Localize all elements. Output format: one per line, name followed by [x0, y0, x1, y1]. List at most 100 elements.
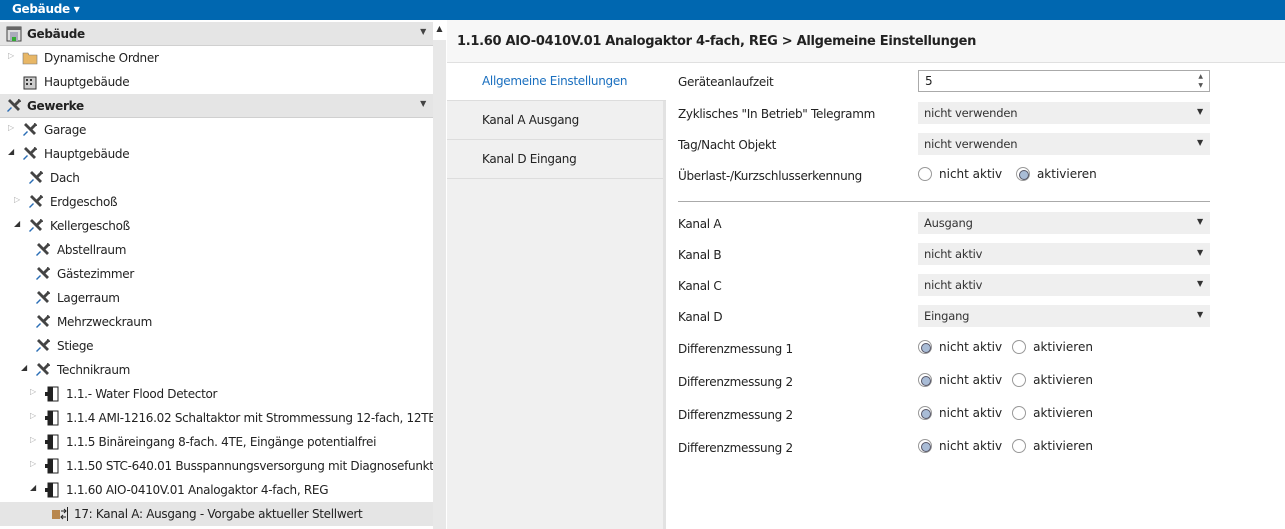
tree-item[interactable]: ▷ 1.1.50 STC-640.01 Busspannungsversorgun… [0, 454, 433, 478]
diff-row: Differenzmessung 1 nicht aktiv aktivieren [678, 337, 1218, 361]
kanal-a-label: Kanal A [678, 217, 722, 231]
radio-label: aktivieren [1033, 439, 1093, 453]
radio-label: aktivieren [1033, 340, 1093, 354]
tree-item-label: Hauptgebäude [44, 147, 130, 161]
startup-label: Geräteanlaufzeit [678, 75, 774, 89]
startup-stepper[interactable]: 5 ▲ ▼ [918, 70, 1210, 92]
tree-item-label: Abstellraum [57, 243, 127, 257]
diff-radio-inactive[interactable]: nicht aktiv [918, 373, 1002, 387]
diff-radio-activate[interactable]: aktivieren [1012, 373, 1093, 387]
radio-icon[interactable] [918, 406, 932, 420]
tree-item[interactable]: Stiege [0, 334, 433, 358]
kanal-c-row: Kanal C nicht aktiv ▼ [678, 274, 1218, 298]
tree-item[interactable]: Dach [0, 166, 433, 190]
radio-icon[interactable] [1015, 167, 1030, 181]
radio-icon[interactable] [918, 439, 932, 453]
diff-label: Differenzmessung 2 [678, 408, 793, 422]
radio-icon[interactable] [1012, 373, 1027, 387]
tree-item[interactable]: Hauptgebäude [0, 70, 433, 94]
collapsed-arrow-icon[interactable]: ▷ [30, 459, 36, 468]
daynight-row: Tag/Nacht Objekt nicht verwenden ▼ [678, 133, 1218, 157]
expanded-arrow-icon[interactable]: ◢ [14, 219, 20, 228]
kanal-c-select[interactable]: nicht aktiv ▼ [918, 274, 1210, 296]
daynight-select[interactable]: nicht verwenden ▼ [918, 133, 1210, 155]
radio-label: aktivieren [1033, 406, 1093, 420]
expanded-arrow-icon[interactable]: ◢ [21, 363, 27, 372]
chevron-down-icon[interactable]: ▼ [420, 27, 426, 36]
diff-radio-inactive[interactable]: nicht aktiv [918, 406, 1002, 420]
kanal-b-select[interactable]: nicht aktiv ▼ [918, 243, 1210, 265]
tree-item[interactable]: ▷ Dynamische Ordner [0, 46, 433, 70]
tree-item[interactable]: ▷ Erdgeschoß [0, 190, 433, 214]
diff-radio-activate[interactable]: aktivieren [1012, 406, 1093, 420]
group-object-icon [52, 506, 68, 522]
overload-radio-activate[interactable]: aktivieren [1015, 167, 1097, 181]
kanal-b-label: Kanal B [678, 248, 722, 262]
kanal-d-select[interactable]: Eingang ▼ [918, 305, 1210, 327]
kanal-c-value: nicht aktiv [924, 278, 983, 292]
tree-item-label: Kellergeschoß [50, 219, 130, 233]
radio-icon[interactable] [918, 340, 932, 354]
tree-item-label: Mehrzweckraum [57, 315, 153, 329]
scroll-up-icon[interactable]: ▲ [433, 20, 446, 40]
kanal-a-select[interactable]: Ausgang ▼ [918, 212, 1210, 234]
section-gewerke[interactable]: Gewerke ▼ [0, 94, 433, 118]
kanal-d-row: Kanal D Eingang ▼ [678, 305, 1218, 329]
nav-kanal-a-ausgang[interactable]: Kanal A Ausgang [447, 101, 663, 140]
collapsed-arrow-icon[interactable]: ▷ [8, 51, 14, 60]
tree-item[interactable]: ▷ 1.1.5 Binäreingang 8-fach. 4TE, Eingäng… [0, 430, 433, 454]
spinner-arrows-icon[interactable]: ▲ ▼ [1198, 72, 1203, 90]
parameter-form: Geräteanlaufzeit 5 ▲ ▼ Zyklisches "In Betr… [668, 63, 1285, 529]
expanded-arrow-icon[interactable]: ◢ [30, 483, 36, 492]
diff-radio-inactive[interactable]: nicht aktiv [918, 439, 1002, 453]
collapsed-arrow-icon[interactable]: ▷ [8, 123, 14, 132]
collapsed-arrow-icon[interactable]: ▷ [30, 411, 36, 420]
diff-radio-activate[interactable]: aktivieren [1012, 340, 1093, 354]
tree-item[interactable]: Lagerraum [0, 286, 433, 310]
radio-icon[interactable] [1012, 406, 1027, 420]
collapsed-arrow-icon[interactable]: ▷ [14, 195, 20, 204]
tree-item[interactable]: Mehrzweckraum [0, 310, 433, 334]
diff-row: Differenzmessung 2 nicht aktiv aktivieren [678, 370, 1218, 394]
nav-allgemeine-einstellungen[interactable]: Allgemeine Einstellungen [447, 63, 666, 101]
tree-item-label: Gästezimmer [57, 267, 135, 281]
cyclic-row: Zyklisches "In Betrieb" Telegramm nicht … [678, 102, 1218, 126]
kanal-b-row: Kanal B nicht aktiv ▼ [678, 243, 1218, 267]
tree-item[interactable]: ◢ Kellergeschoß [0, 214, 433, 238]
chevron-down-icon: ▼ [1197, 138, 1203, 147]
device-icon [44, 386, 60, 402]
cyclic-select[interactable]: nicht verwenden ▼ [918, 102, 1210, 124]
collapsed-arrow-icon[interactable]: ▷ [30, 387, 36, 396]
tree-item-label: Technikraum [57, 363, 131, 377]
tree-item[interactable]: ◢ Technikraum [0, 358, 433, 382]
section-gebaeude[interactable]: Gebäude ▼ [0, 22, 433, 46]
chevron-down-icon[interactable]: ▼ [420, 99, 426, 108]
tree-item-label: 17: Kanal A: Ausgang - Vorgabe aktueller… [74, 507, 363, 521]
tree-item[interactable]: ◢ Hauptgebäude [0, 142, 433, 166]
radio-icon[interactable] [1012, 439, 1027, 453]
tree-item[interactable]: Abstellraum [0, 238, 433, 262]
tree-item-label: 1.1.60 AIO-0410V.01 Analogaktor 4-fach, … [66, 483, 329, 497]
radio-icon[interactable] [1012, 340, 1027, 354]
wrench-hammer-icon [22, 146, 38, 162]
tree-item[interactable]: 17: Kanal A: Ausgang - Vorgabe aktueller… [0, 502, 433, 526]
nav-kanal-d-eingang[interactable]: Kanal D Eingang [447, 140, 663, 179]
chevron-down-icon: ▼ [1197, 217, 1203, 226]
expanded-arrow-icon[interactable]: ◢ [8, 147, 14, 156]
diff-radio-inactive[interactable]: nicht aktiv [918, 340, 1002, 354]
radio-icon[interactable] [918, 167, 932, 181]
tree-item[interactable]: ▷ 1.1.4 AMI-1216.02 Schaltaktor mit Strom… [0, 406, 433, 430]
wrench-hammer-icon [35, 314, 51, 330]
wrench-hammer-icon [35, 242, 51, 258]
tree-item[interactable]: ▷ 1.1.- Water Flood Detector [0, 382, 433, 406]
diff-radio-activate[interactable]: aktivieren [1012, 439, 1093, 453]
overload-label: Überlast-/Kurzschlusserkennung [678, 169, 863, 183]
tree-item[interactable]: ▷ Garage [0, 118, 433, 142]
tree-scrollbar[interactable]: ▲ [433, 20, 446, 529]
top-menu-building[interactable]: Gebäude ▾ [0, 0, 1285, 20]
tree-item[interactable]: ◢ 1.1.60 AIO-0410V.01 Analogaktor 4-fach,… [0, 478, 433, 502]
tree-item[interactable]: Gästezimmer [0, 262, 433, 286]
overload-radio-inactive[interactable]: nicht aktiv [918, 167, 1002, 181]
radio-icon[interactable] [918, 373, 932, 387]
collapsed-arrow-icon[interactable]: ▷ [30, 435, 36, 444]
